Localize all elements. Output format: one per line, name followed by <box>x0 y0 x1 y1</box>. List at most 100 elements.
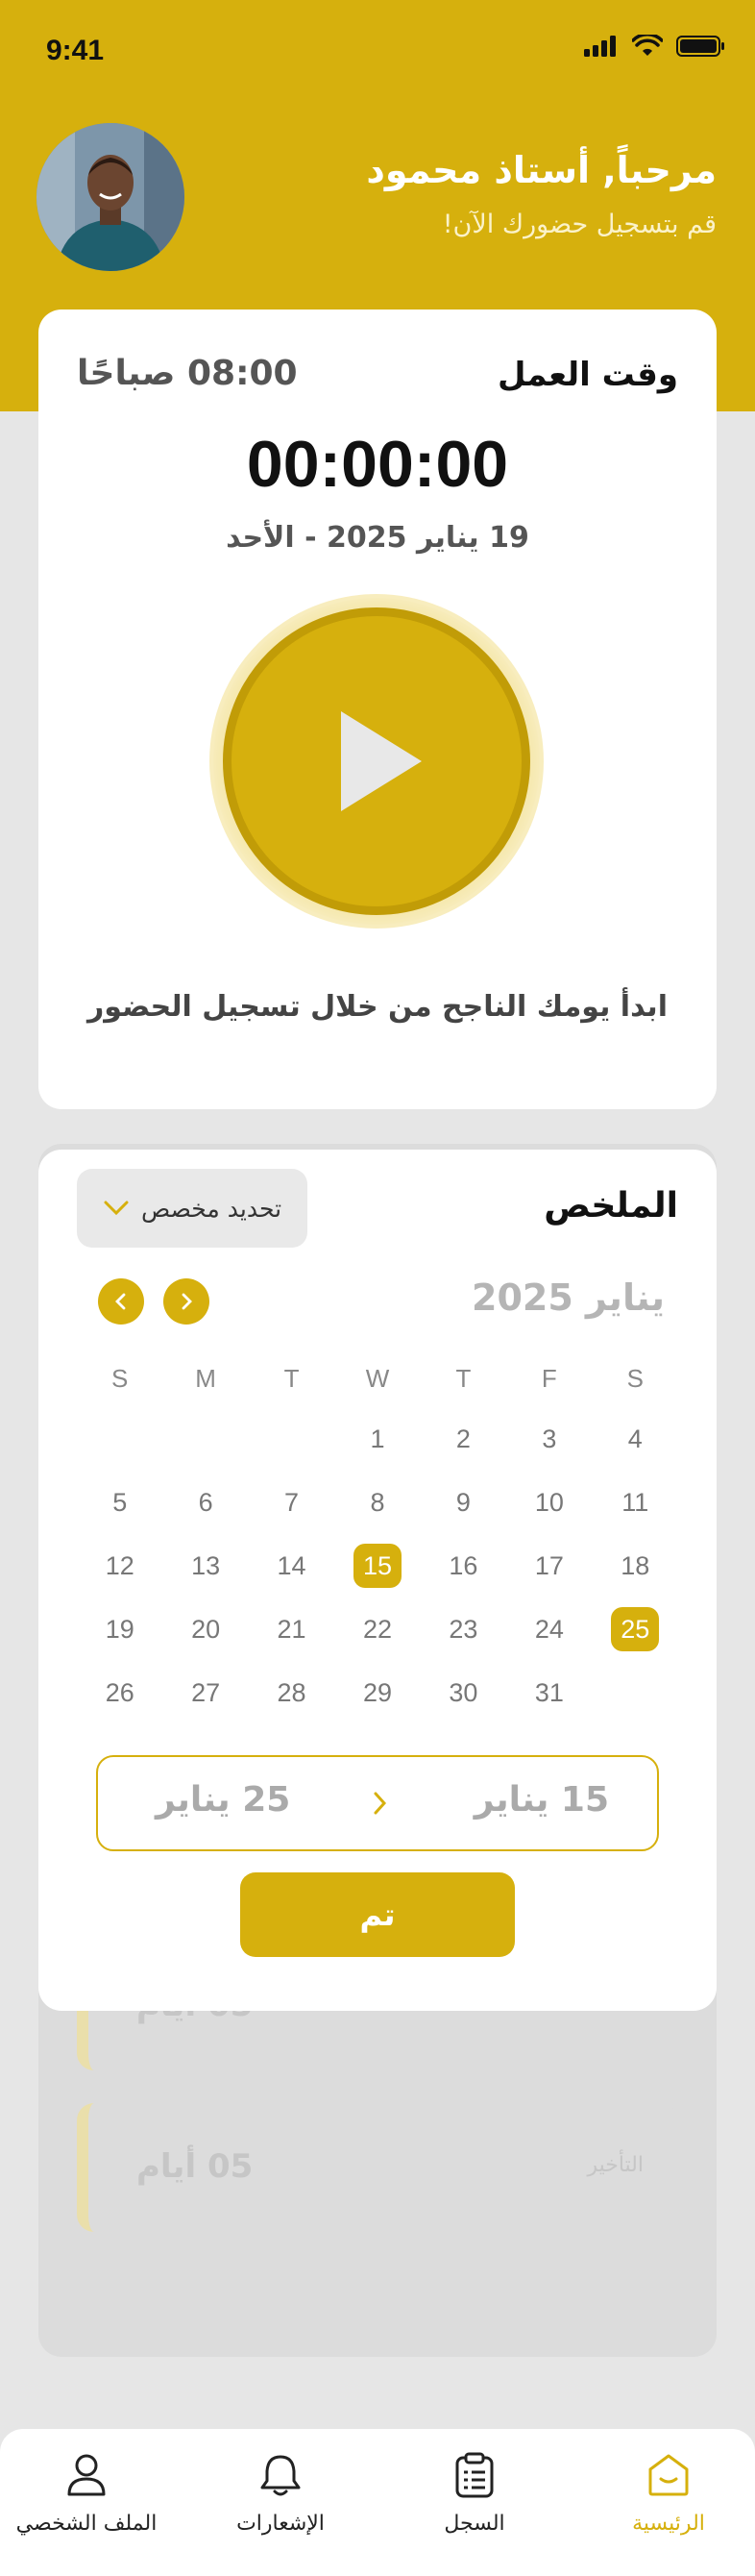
calendar-day[interactable]: 16 <box>421 1551 506 1581</box>
calendar-month-title: يناير 2025 <box>472 1276 665 1319</box>
greeting-subtitle: قم بتسجيل حضورك الآن! <box>442 210 717 239</box>
weekday-label: S <box>111 1363 129 1393</box>
calendar-day[interactable]: 31 <box>506 1678 592 1708</box>
avatar[interactable] <box>37 123 184 271</box>
nav-item-label: الملف الشخصي <box>15 2512 158 2536</box>
calendar-day-number: 30 <box>449 1677 478 1707</box>
chevron-down-icon <box>104 1201 129 1216</box>
clipboard-list-icon <box>455 2452 494 2498</box>
background-stat-value: 05 أيام <box>136 2147 254 2186</box>
calendar-day-number: 12 <box>105 1550 134 1580</box>
range-select-dropdown[interactable]: تحديد مخصص <box>77 1169 307 1248</box>
calendar-day[interactable]: 4 <box>593 1424 678 1454</box>
calendar-day[interactable]: 6 <box>162 1488 248 1518</box>
bottom-navigation: الرئيسية السجل الإشعارات الملف الشخصي <box>0 2429 755 2576</box>
chevron-right-icon <box>374 1792 387 1815</box>
nav-item-profile[interactable]: الملف الشخصي <box>0 2452 173 2536</box>
calendar-day[interactable]: 9 <box>421 1488 506 1518</box>
calendar-day-number: 2 <box>455 1424 471 1453</box>
calendar-day[interactable]: 5 <box>77 1488 162 1518</box>
calendar-day-number: 24 <box>534 1614 564 1644</box>
calendar-day[interactable]: 27 <box>162 1678 248 1708</box>
calendar-day[interactable]: 1 <box>334 1424 420 1454</box>
bell-icon <box>260 2455 301 2496</box>
done-button[interactable]: تم <box>240 1872 515 1957</box>
calendar-day-number: 20 <box>191 1614 221 1644</box>
calendar-day-number: 21 <box>277 1614 306 1644</box>
calendar-day-number: 14 <box>277 1550 306 1580</box>
calendar-day[interactable]: 26 <box>77 1678 162 1708</box>
current-date: 19 يناير 2025 - الأحد <box>226 521 529 555</box>
summary-card: الملخص تحديد مخصص يناير 2025 SMTWTFS 123… <box>38 1150 717 2011</box>
selected-range-box[interactable]: 15 يناير 25 يناير <box>96 1755 659 1851</box>
calendar-day-number: 22 <box>362 1614 393 1644</box>
calendar-day-number: 19 <box>105 1614 134 1644</box>
calendar-day[interactable]: 11 <box>593 1488 678 1518</box>
calendar-day-number: 7 <box>284 1487 300 1517</box>
calendar-day-number: 28 <box>277 1677 306 1707</box>
calendar-day[interactable]: 20 <box>162 1615 248 1645</box>
calendar-day-number: 4 <box>627 1424 643 1453</box>
calendar-next-button[interactable] <box>163 1278 209 1325</box>
calendar-day[interactable]: 13 <box>162 1551 248 1581</box>
calendar-day-number: 31 <box>534 1677 564 1707</box>
calendar-day[interactable]: 2 <box>421 1424 506 1454</box>
calendar-day[interactable]: 24 <box>506 1615 592 1645</box>
work-time-card: وقت العمل 08:00 صباحًا 00:00:00 19 يناير… <box>38 310 717 1109</box>
calendar-day-number: 9 <box>455 1487 471 1517</box>
status-icons <box>584 35 726 58</box>
calendar-day-selected[interactable]: 15 <box>334 1544 420 1588</box>
nav-item-label: السجل <box>444 2512 505 2536</box>
nav-item-home[interactable]: الرئيسية <box>582 2452 755 2536</box>
calendar-day[interactable]: 17 <box>506 1551 592 1581</box>
background-stat-label: التأخير <box>587 2153 644 2177</box>
chevron-right-icon <box>182 1293 192 1310</box>
calendar-day-number: 11 <box>621 1487 649 1517</box>
weekday-label: F <box>541 1363 557 1393</box>
calendar-day[interactable]: 19 <box>77 1615 162 1645</box>
calendar-day-number: 5 <box>112 1487 128 1517</box>
nav-item-log[interactable]: السجل <box>388 2452 561 2536</box>
calendar-day[interactable]: 3 <box>506 1424 592 1454</box>
calendar-day[interactable]: 21 <box>249 1615 334 1645</box>
calendar-day[interactable]: 18 <box>593 1551 678 1581</box>
calendar-day[interactable]: 23 <box>421 1615 506 1645</box>
nav-item-notifications[interactable]: الإشعارات <box>194 2452 367 2536</box>
wifi-icon <box>632 35 663 56</box>
calendar-day-number: 13 <box>191 1550 221 1580</box>
calendar-day[interactable]: 14 <box>249 1551 334 1581</box>
signal-icon <box>584 36 616 57</box>
calendar-day-number: 23 <box>449 1614 478 1644</box>
weekday-label: T <box>455 1363 472 1393</box>
calendar-day-number: 1 <box>370 1424 385 1453</box>
background-stat-item: 05 أيام التأخير <box>77 2103 678 2232</box>
calendar-day[interactable]: 22 <box>334 1615 420 1645</box>
calendar-day-number: 6 <box>198 1487 213 1517</box>
nav-item-label: الإشعارات <box>236 2512 325 2536</box>
calendar-day[interactable]: 12 <box>77 1551 162 1581</box>
calendar-day[interactable]: 8 <box>334 1488 420 1518</box>
calendar-day-number: 18 <box>621 1550 650 1580</box>
calendar-day[interactable]: 10 <box>506 1488 592 1518</box>
start-attendance-button[interactable] <box>223 607 530 915</box>
attendance-timer: 00:00:00 <box>246 428 509 501</box>
work-start-time: 08:00 صباحًا <box>77 354 298 393</box>
calendar-day-number: 15 <box>353 1544 402 1588</box>
calendar-day-number: 3 <box>542 1424 557 1453</box>
weekday-label: M <box>195 1363 216 1393</box>
calendar-prev-button[interactable] <box>98 1278 144 1325</box>
calendar-day-selected[interactable]: 25 <box>593 1607 678 1651</box>
work-time-label: وقت العمل <box>498 356 678 394</box>
weekday-label: S <box>626 1363 644 1393</box>
calendar-day[interactable]: 30 <box>421 1678 506 1708</box>
calendar-day-number: 17 <box>534 1550 564 1580</box>
range-to: 25 يناير <box>156 1780 291 1820</box>
calendar-day-number: 8 <box>370 1487 385 1517</box>
calendar-day-number: 10 <box>534 1487 564 1517</box>
calendar-day[interactable]: 28 <box>249 1678 334 1708</box>
calendar-day[interactable]: 7 <box>249 1488 334 1518</box>
calendar: يناير 2025 SMTWTFS 1 2 3 4 5 6 7 8 9 10 11 12 13 14 15… <box>77 1269 678 1724</box>
calendar-weekdays: SMTWTFS <box>77 1350 678 1407</box>
range-from: 15 يناير <box>474 1780 609 1820</box>
calendar-day[interactable]: 29 <box>334 1678 420 1708</box>
